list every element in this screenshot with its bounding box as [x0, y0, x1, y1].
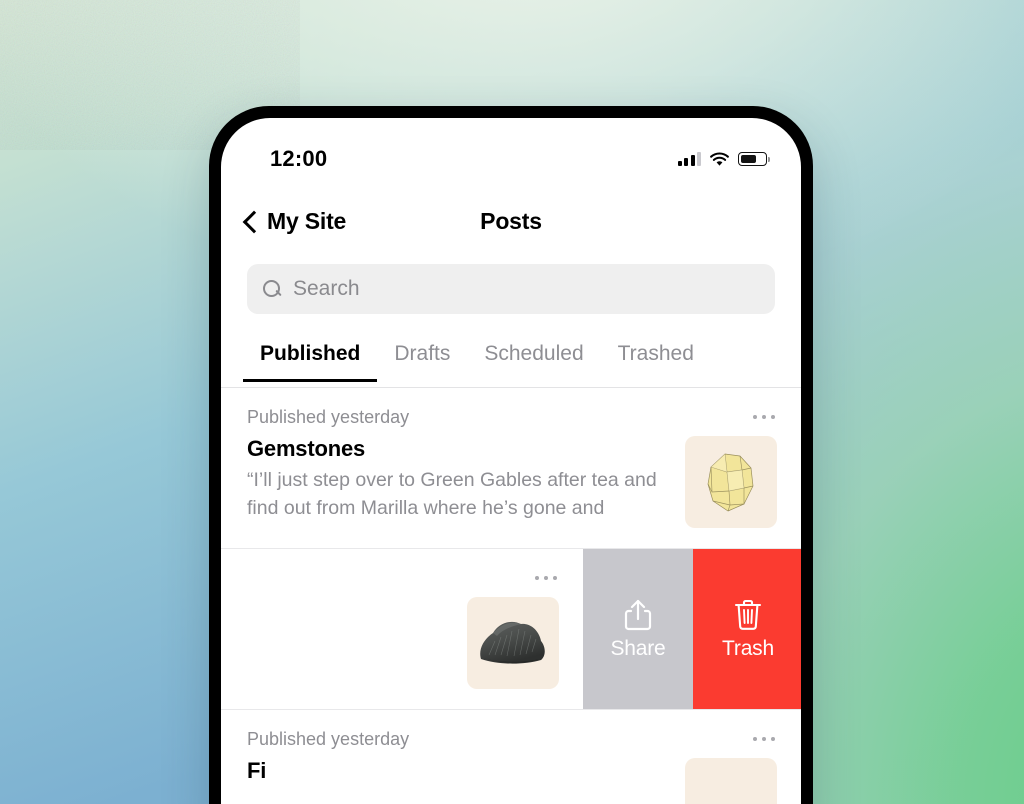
- posts-list[interactable]: Published yesterday Gemstones “I’ll just…: [221, 388, 801, 804]
- post-header: Published yesterday: [247, 728, 777, 750]
- post-status-tabs: Published Drafts Scheduled Trashed: [221, 334, 801, 388]
- search-icon: [263, 279, 282, 299]
- more-options-icon[interactable]: [751, 409, 777, 425]
- share-action-button[interactable]: Share: [583, 549, 693, 709]
- tab-published[interactable]: Published: [243, 334, 378, 382]
- battery-fill: [740, 154, 757, 164]
- status-bar-indicators: [677, 152, 771, 167]
- cellular-bars-icon: [677, 152, 701, 166]
- phone-device-frame: 12:00 My Site Posts Publ: [209, 106, 813, 804]
- post-body: Gemstones “I’ll just step over to Green …: [247, 436, 777, 528]
- post-excerpt: one afternoon in early ming in at the wi…: [221, 602, 449, 657]
- partial-thumbnail: [685, 758, 777, 804]
- search-bar[interactable]: [247, 264, 775, 314]
- trash-icon: [734, 599, 762, 630]
- post-list-item-swiped[interactable]: one afternoon in early ming in at the wi…: [221, 549, 801, 710]
- post-text-block: Fi: [247, 758, 667, 804]
- post-status-date: Published yesterday: [247, 728, 410, 749]
- share-icon: [624, 599, 652, 631]
- trash-action-button[interactable]: Trash: [693, 549, 801, 709]
- search-input[interactable]: [293, 277, 759, 301]
- status-bar-time: 12:00: [270, 146, 328, 171]
- post-body: Fi: [247, 758, 777, 804]
- post-text-block: one afternoon in early ming in at the wi…: [221, 597, 449, 689]
- status-bar: 12:00: [221, 118, 801, 180]
- rock-thumbnail: [467, 597, 559, 689]
- post-content-swiped[interactable]: one afternoon in early ming in at the wi…: [221, 549, 583, 709]
- navigation-bar: My Site Posts: [221, 202, 801, 254]
- post-header: [221, 567, 559, 589]
- post-text-block: Gemstones “I’ll just step over to Green …: [247, 436, 667, 528]
- phone-screen: 12:00 My Site Posts Publ: [221, 118, 801, 804]
- post-excerpt: “I’ll just step over to Green Gables aft…: [247, 469, 657, 519]
- post-body: one afternoon in early ming in at the wi…: [221, 597, 559, 689]
- share-action-label: Share: [610, 637, 666, 660]
- post-list-item[interactable]: Published yesterday Fi: [221, 710, 801, 804]
- more-options-icon[interactable]: [533, 570, 559, 586]
- tab-trashed[interactable]: Trashed: [601, 334, 711, 382]
- wifi-icon: [709, 152, 730, 167]
- post-title: Fi: [247, 758, 267, 783]
- trash-action-label: Trash: [722, 637, 774, 660]
- tab-scheduled[interactable]: Scheduled: [467, 334, 600, 382]
- battery-icon: [738, 152, 771, 166]
- gemstone-thumbnail: [685, 436, 777, 528]
- post-header: Published yesterday: [247, 406, 777, 428]
- post-status-date: Published yesterday: [247, 406, 410, 427]
- swipe-actions: Share Trash: [583, 549, 801, 709]
- more-options-icon[interactable]: [751, 731, 777, 747]
- post-list-item[interactable]: Published yesterday Gemstones “I’ll just…: [221, 388, 801, 549]
- post-title: Gemstones: [247, 436, 366, 461]
- page-title: Posts: [480, 208, 542, 234]
- tab-drafts[interactable]: Drafts: [377, 334, 467, 382]
